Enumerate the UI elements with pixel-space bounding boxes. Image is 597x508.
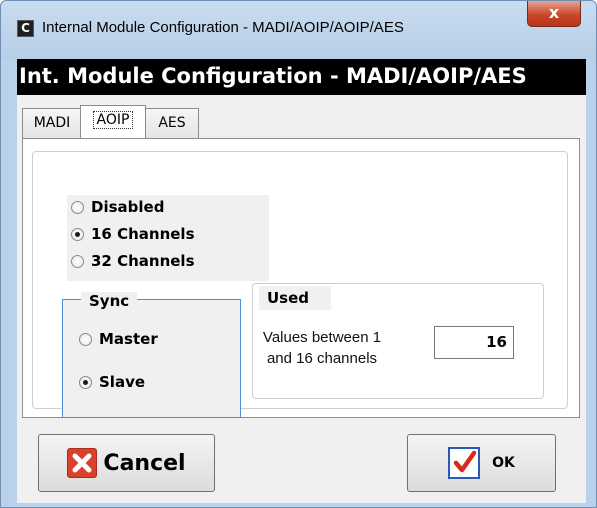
sync-group bbox=[62, 299, 241, 418]
close-button[interactable]: x bbox=[527, 1, 581, 27]
tab-aoip[interactable]: AOIP bbox=[80, 105, 146, 138]
ok-button[interactable]: OK bbox=[407, 434, 556, 492]
tab-aes[interactable]: AES bbox=[145, 108, 199, 138]
cancel-button[interactable]: Cancel bbox=[38, 434, 215, 492]
tab-aes-label: AES bbox=[158, 115, 186, 131]
tab-madi-label: MADI bbox=[33, 115, 71, 131]
used-description: Values between 1 and 16 channels bbox=[262, 329, 382, 367]
checkmark-icon bbox=[448, 447, 481, 479]
used-group-title: Used bbox=[259, 286, 331, 310]
aoip-frame: Disabled 16 Channels 32 Channels Sync Ma… bbox=[32, 151, 568, 418]
dialog-heading: Int. Module Configuration - MADI/AOIP/AE… bbox=[17, 59, 586, 95]
ok-button-label: OK bbox=[492, 455, 515, 471]
window-title: Internal Module Configuration - MADI/AOI… bbox=[42, 19, 404, 36]
dialog-window: C Internal Module Configuration - MADI/A… bbox=[0, 0, 597, 508]
close-x-icon bbox=[67, 448, 98, 478]
radio-slave-label: Slave bbox=[99, 373, 146, 391]
radio-16-channels[interactable]: 16 Channels bbox=[71, 225, 195, 243]
radio-slave-indicator[interactable] bbox=[79, 375, 92, 389]
radio-master-indicator[interactable] bbox=[79, 332, 92, 346]
radio-master-label: Master bbox=[99, 330, 158, 348]
radio-32-channels-indicator[interactable] bbox=[71, 254, 84, 268]
radio-16-channels-indicator[interactable] bbox=[71, 227, 84, 241]
client-area: Int. Module Configuration - MADI/AOIP/AE… bbox=[17, 59, 586, 503]
sync-group-title: Sync bbox=[81, 292, 138, 310]
radio-32-channels[interactable]: 32 Channels bbox=[71, 252, 195, 270]
radio-disabled[interactable]: Disabled bbox=[71, 198, 164, 216]
radio-32-channels-label: 32 Channels bbox=[91, 252, 195, 270]
app-icon: C bbox=[17, 20, 34, 37]
radio-disabled-label: Disabled bbox=[91, 198, 165, 216]
radio-16-channels-label: 16 Channels bbox=[91, 225, 195, 243]
cancel-button-label: Cancel bbox=[103, 450, 186, 476]
tab-aoip-label: AOIP bbox=[92, 111, 134, 129]
tab-panel-aoip: Disabled 16 Channels 32 Channels Sync Ma… bbox=[22, 138, 580, 418]
radio-slave[interactable]: Slave bbox=[79, 373, 145, 391]
tab-madi[interactable]: MADI bbox=[22, 108, 82, 138]
radio-disabled-indicator[interactable] bbox=[71, 200, 84, 214]
title-bar[interactable]: C Internal Module Configuration - MADI/A… bbox=[1, 1, 596, 59]
radio-master[interactable]: Master bbox=[79, 330, 158, 348]
used-channels-input[interactable]: 16 bbox=[434, 326, 514, 359]
